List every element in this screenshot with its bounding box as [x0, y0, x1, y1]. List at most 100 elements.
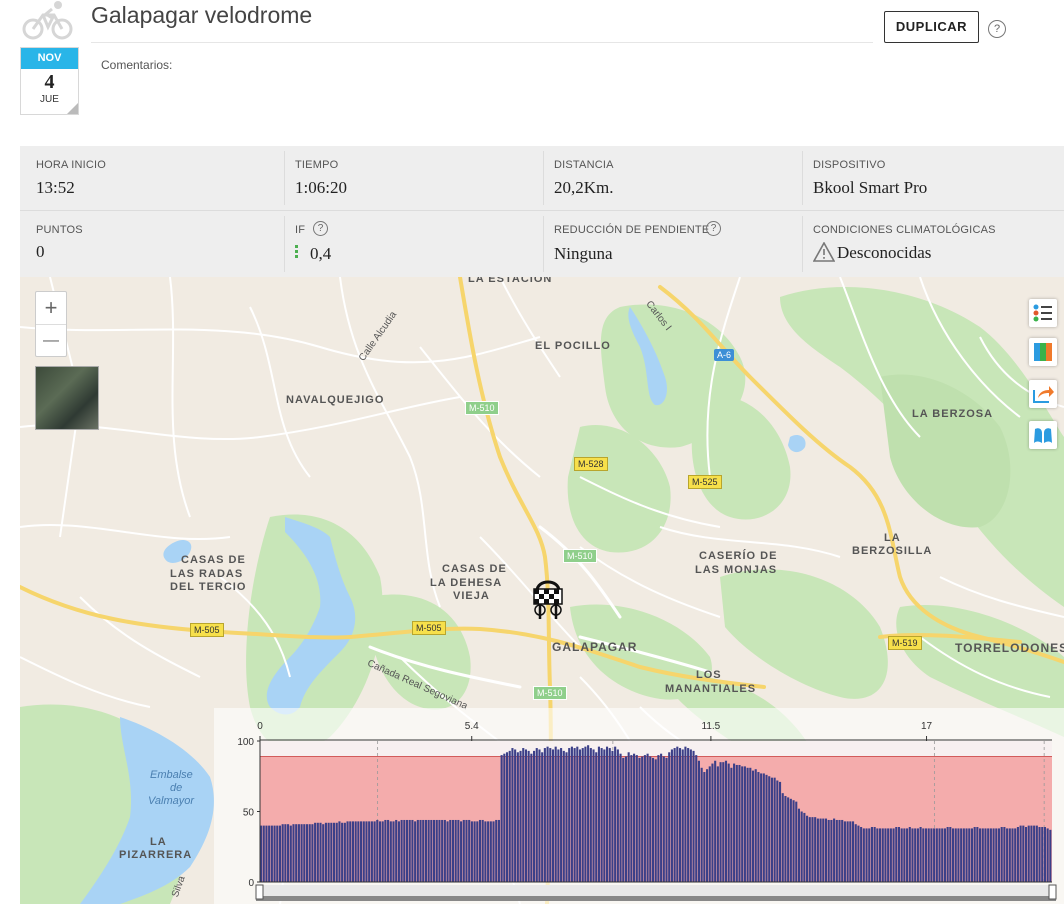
- bar: [262, 825, 265, 882]
- satellite-toggle[interactable]: [35, 366, 99, 430]
- bar: [451, 819, 455, 882]
- bar: [857, 825, 860, 882]
- bar: [476, 821, 479, 882]
- x-tick-label: 0: [257, 721, 263, 732]
- stat-label: REDUCCIÓN DE PENDIENTE: [554, 224, 710, 236]
- road-shield: M-505: [190, 623, 224, 637]
- bar: [362, 821, 365, 882]
- bar: [933, 828, 936, 882]
- bar: [670, 749, 673, 882]
- bar: [595, 752, 598, 882]
- bar: [987, 828, 990, 882]
- bar: [1000, 827, 1003, 882]
- bar: [800, 811, 803, 882]
- bar: [481, 819, 484, 882]
- bar: [643, 755, 646, 882]
- bar: [776, 780, 779, 882]
- bar: [881, 828, 884, 882]
- bar: [938, 828, 941, 882]
- bar: [795, 801, 798, 882]
- bar: [446, 821, 449, 882]
- bar: [270, 825, 273, 882]
- bar: [951, 828, 955, 882]
- compare-icon[interactable]: [1029, 421, 1057, 449]
- x-tick-label: 11.5: [702, 721, 721, 732]
- bar: [438, 819, 441, 882]
- map-label: BERZOSILLA: [852, 545, 933, 557]
- bar: [292, 824, 295, 882]
- bar: [343, 822, 346, 882]
- if-help-icon[interactable]: ?: [313, 221, 328, 236]
- map-label: CASAS DE: [442, 563, 507, 575]
- bar: [814, 817, 817, 882]
- bar: [484, 821, 487, 882]
- bar: [673, 748, 676, 882]
- zoom-out-button[interactable]: —: [36, 324, 66, 357]
- bar: [1046, 828, 1049, 882]
- activity-title[interactable]: Galapagar velodrome: [91, 2, 312, 29]
- bar: [473, 821, 476, 882]
- bar: [573, 748, 576, 882]
- title-underline: [91, 42, 873, 43]
- legend-list-icon[interactable]: [1029, 299, 1057, 327]
- bar: [919, 827, 922, 882]
- bar: [1011, 828, 1014, 882]
- bar: [346, 821, 349, 882]
- share-icon[interactable]: [1029, 380, 1057, 408]
- bar: [497, 819, 500, 882]
- map-label: TORRELODONES: [955, 641, 1064, 655]
- slope-help-icon[interactable]: ?: [706, 221, 721, 236]
- bar: [968, 828, 971, 882]
- bar: [770, 777, 773, 882]
- bar: [551, 749, 555, 882]
- stat-start-time: HORA INICIO 13:52: [20, 146, 279, 211]
- bar: [546, 746, 549, 882]
- bar: [692, 750, 695, 882]
- bar: [868, 828, 871, 882]
- bar: [419, 819, 422, 882]
- bar: [743, 766, 746, 882]
- range-slider-bar: [256, 896, 1056, 901]
- zoom-in-button[interactable]: +: [36, 292, 66, 324]
- bar: [543, 748, 546, 882]
- bar: [400, 819, 403, 882]
- help-icon[interactable]: ?: [988, 20, 1006, 38]
- bar: [854, 824, 857, 882]
- bar: [576, 746, 579, 882]
- road-shield: M-528: [574, 457, 608, 471]
- road-shield: M-510: [563, 549, 597, 563]
- bar: [811, 817, 814, 882]
- bar: [335, 822, 338, 882]
- bar: [676, 746, 679, 882]
- bar: [981, 828, 984, 882]
- start-finish-marker-icon[interactable]: [531, 577, 565, 621]
- bar: [500, 755, 503, 882]
- bar: [1049, 829, 1052, 882]
- map-label: LA ESTACIÓN: [468, 277, 553, 285]
- bar: [381, 821, 384, 882]
- stat-value: 0,4: [310, 244, 332, 263]
- profile-chart[interactable]: 0 50 100 0 5.4 11.5 17: [214, 708, 1064, 904]
- intensity-bars-icon: [295, 245, 298, 258]
- comments-label[interactable]: Comentarios:: [101, 58, 172, 72]
- bar: [835, 819, 838, 882]
- bar: [889, 828, 892, 882]
- bar: [865, 828, 868, 882]
- bar: [365, 821, 368, 882]
- bar: [778, 781, 782, 882]
- stat-points: PUNTOS 0: [20, 211, 279, 276]
- bar: [781, 793, 784, 882]
- bar: [619, 753, 622, 882]
- duplicate-button[interactable]: DUPLICAR: [884, 11, 979, 43]
- bar: [592, 749, 595, 882]
- bar: [784, 795, 787, 882]
- bar: [622, 757, 625, 882]
- color-layers-icon[interactable]: [1029, 338, 1057, 366]
- bar: [1016, 827, 1019, 882]
- bar: [538, 749, 541, 882]
- map-label: VIEJA: [453, 590, 490, 602]
- stat-if: IF ? 0,4: [279, 211, 538, 276]
- bar: [979, 828, 982, 882]
- stats-panel: HORA INICIO 13:52 TIEMPO 1:06:20 DISTANC…: [20, 146, 1064, 277]
- bar: [562, 750, 565, 882]
